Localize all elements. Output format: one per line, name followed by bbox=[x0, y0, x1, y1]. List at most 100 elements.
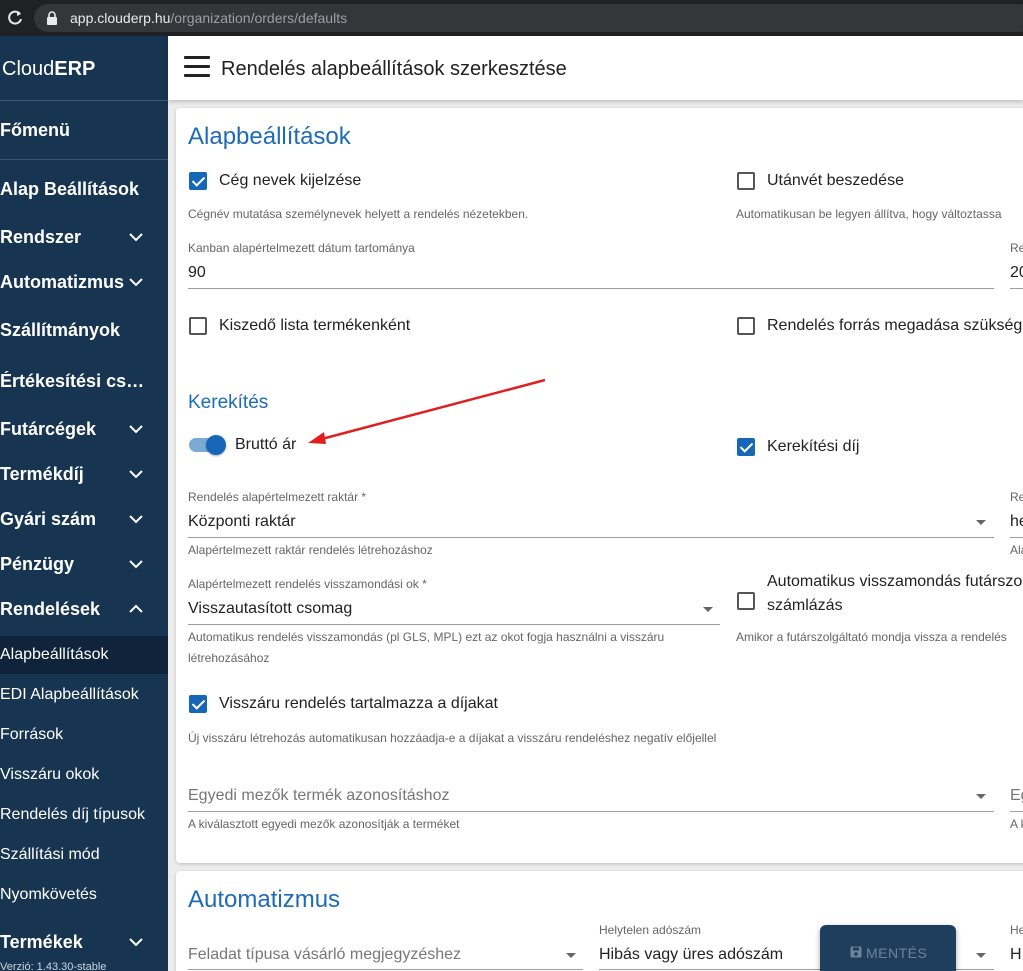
auto-cancel-checkbox[interactable] bbox=[737, 592, 755, 610]
dropdown-caret-icon[interactable] bbox=[976, 520, 986, 525]
right-field-4-label: He bbox=[1010, 923, 1023, 937]
wrong-tax-label: Helytelen adószám bbox=[599, 923, 702, 937]
dropdown-caret-icon[interactable] bbox=[566, 953, 576, 958]
auto-cancel-label-line2: számlázás bbox=[767, 597, 843, 614]
app-header: Rendelés alapbeállítások szerkesztése bbox=[168, 36, 1023, 100]
dropdown-caret-icon[interactable] bbox=[976, 953, 986, 958]
sidebar-item-rendszer[interactable]: Rendszer bbox=[0, 217, 168, 257]
sidebar-subitem-label: Alapbeállítások bbox=[0, 646, 109, 663]
custom-fields-select[interactable]: Egyedi mezők termék azonosításhoz bbox=[188, 787, 449, 805]
rounding-title: Kerekítés bbox=[188, 392, 269, 413]
sidebar-subitem-label: Források bbox=[0, 726, 64, 743]
chevron-down-icon bbox=[129, 233, 143, 242]
sidebar-subitem-alapbeallitasok[interactable]: Alapbeállítások bbox=[0, 636, 168, 674]
hamburger-menu-icon[interactable] bbox=[184, 56, 210, 78]
right-field-3-underline bbox=[1010, 811, 1023, 812]
cod-collection-checkbox[interactable] bbox=[737, 172, 755, 190]
return-fees-checkbox[interactable] bbox=[189, 695, 207, 713]
gross-price-switch-knob[interactable] bbox=[206, 435, 226, 455]
sidebar-item-termekdij[interactable]: Termékdíj bbox=[0, 454, 168, 494]
right-field-3-select[interactable]: Eg bbox=[1010, 787, 1023, 805]
save-button-label: MENTÉS bbox=[866, 945, 928, 961]
chevron-down-icon bbox=[129, 560, 143, 569]
sidebar-subitem-label: EDI Alapbeállítások bbox=[0, 686, 139, 703]
chevron-down-icon bbox=[129, 515, 143, 524]
version-label: Verzió: 1.43.30-stable bbox=[0, 961, 107, 971]
right-field-2-input[interactable]: he bbox=[1010, 513, 1023, 531]
return-reason-select[interactable]: Visszautasított csomag bbox=[188, 600, 352, 618]
sidebar-item-label: Értékesítési csat… bbox=[0, 371, 150, 391]
sidebar-item-rendelesek[interactable]: Rendelések bbox=[0, 589, 168, 629]
return-fees-label: Visszáru rendelés tartalmazza a díjakat bbox=[219, 695, 498, 712]
sidebar-subitem-label: Szállítási mód bbox=[0, 846, 100, 863]
url-path: /organization/orders/defaults bbox=[170, 10, 348, 26]
company-names-checkbox[interactable] bbox=[189, 172, 207, 190]
return-reason-hint-line2: létrehozásához bbox=[188, 651, 270, 665]
chevron-up-icon bbox=[129, 604, 143, 613]
brand-bold: ERP bbox=[54, 58, 96, 80]
brand-light: Cloud bbox=[2, 58, 55, 80]
sidebar-item-termekek[interactable]: Termékek bbox=[0, 922, 168, 962]
sidebar-item-gyari-szam[interactable]: Gyári szám bbox=[0, 499, 168, 539]
sidebar-subitem-szallitasi-mod[interactable]: Szállítási mód bbox=[0, 836, 168, 874]
sidebar-subitem-label: Rendelés díj típusok bbox=[0, 806, 145, 823]
dropdown-caret-icon[interactable] bbox=[703, 607, 713, 612]
task-type-underline bbox=[188, 969, 583, 970]
rounding-fee-checkbox[interactable] bbox=[737, 438, 755, 456]
page-title: Rendelés alapbeállítások szerkesztése bbox=[221, 58, 567, 80]
sidebar-item-ertekesitesi-csatornak[interactable]: Értékesítési csat… bbox=[0, 361, 168, 401]
order-source-label: Rendelés forrás megadása szükség bbox=[767, 317, 1023, 334]
picking-list-checkbox[interactable] bbox=[189, 317, 207, 335]
right-field-1-underline bbox=[1010, 288, 1023, 289]
rounding-fee-label: Kerekítési díj bbox=[767, 438, 860, 455]
custom-fields-underline bbox=[188, 811, 994, 812]
reload-icon[interactable] bbox=[6, 9, 24, 27]
warehouse-select[interactable]: Központi raktár bbox=[188, 513, 296, 531]
sidebar-subitem-visszaru-okok[interactable]: Visszáru okok bbox=[0, 756, 168, 794]
browser-toolbar: app.clouderp.hu/organization/orders/defa… bbox=[0, 0, 1023, 36]
sidebar-item-futarcegek[interactable]: Futárcégek bbox=[0, 409, 168, 449]
return-reason-hint-line1: Automatikus rendelés visszamondás (pl GL… bbox=[188, 630, 665, 644]
save-button[interactable]: MENTÉS bbox=[820, 925, 956, 971]
basic-settings-card: Alapbeállítások Cég nevek kijelzése Cégn… bbox=[176, 108, 1023, 863]
lock-icon bbox=[47, 11, 57, 25]
chevron-down-icon bbox=[129, 425, 143, 434]
sidebar-subitem-label: Nyomkövetés bbox=[0, 886, 97, 903]
sidebar-item-alap-beallitasok[interactable]: Alap Beállítások bbox=[0, 169, 168, 209]
sidebar-item-penzugy[interactable]: Pénzügy bbox=[0, 544, 168, 584]
url-domain: app.clouderp.hu bbox=[70, 10, 171, 26]
right-field-4-input[interactable]: H bbox=[1010, 946, 1022, 964]
sidebar-subitem-nyomkovetes[interactable]: Nyomkövetés bbox=[0, 876, 168, 914]
wrong-tax-select[interactable]: Hibás vagy üres adószám bbox=[599, 946, 783, 964]
company-names-hint: Cégnév mutatása személynevek helyett a r… bbox=[188, 207, 529, 221]
section-title: Alapbeállítások bbox=[188, 123, 351, 150]
warehouse-hint: Alapértelmezett raktár rendelés létrehoz… bbox=[188, 543, 433, 557]
sidebar: CloudERP Főmenü Alap Beállítások Rendsze… bbox=[0, 36, 168, 971]
sidebar-divider bbox=[0, 100, 168, 101]
auto-cancel-label-line1: Automatikus visszamondás futárszo bbox=[767, 573, 1023, 590]
dropdown-caret-icon[interactable] bbox=[976, 794, 986, 799]
save-icon bbox=[850, 946, 862, 958]
brand-logo[interactable]: CloudERP bbox=[2, 58, 95, 81]
cod-collection-label: Utánvét beszedése bbox=[767, 172, 904, 189]
task-type-select[interactable]: Feladat típusa vásárló megjegyzéshez bbox=[188, 946, 461, 964]
company-names-label: Cég nevek kijelzése bbox=[219, 172, 362, 189]
sidebar-subitem-rendeles-dij-tipusok[interactable]: Rendelés díj típusok bbox=[0, 796, 168, 834]
sidebar-item-automatizmus[interactable]: Automatizmus bbox=[0, 262, 168, 302]
kanban-range-label: Kanban alapértelmezett dátum tartománya bbox=[188, 241, 415, 255]
address-bar[interactable]: app.clouderp.hu/organization/orders/defa… bbox=[34, 4, 1023, 32]
order-source-checkbox[interactable] bbox=[737, 317, 755, 335]
sidebar-item-label: Alap Beállítások bbox=[0, 179, 140, 199]
sidebar-item-szallitmanyok[interactable]: Szállítmányok bbox=[0, 310, 168, 350]
sidebar-item-fomenu[interactable]: Főmenü bbox=[0, 110, 168, 150]
section-title: Automatizmus bbox=[188, 886, 341, 913]
chevron-down-icon bbox=[129, 470, 143, 479]
kanban-range-input[interactable]: 90 bbox=[188, 264, 206, 282]
sidebar-subitem-edi-alapbeallitasok[interactable]: EDI Alapbeállítások bbox=[0, 676, 168, 714]
auto-cancel-hint: Amikor a futárszolgáltató mondja vissza … bbox=[736, 630, 1007, 644]
sidebar-subitem-forrasok[interactable]: Források bbox=[0, 716, 168, 754]
url-text: app.clouderp.hu/organization/orders/defa… bbox=[70, 10, 347, 26]
annotation-arrow bbox=[308, 378, 546, 444]
sidebar-divider bbox=[0, 159, 168, 160]
right-field-1-input[interactable]: 20 bbox=[1010, 264, 1023, 282]
